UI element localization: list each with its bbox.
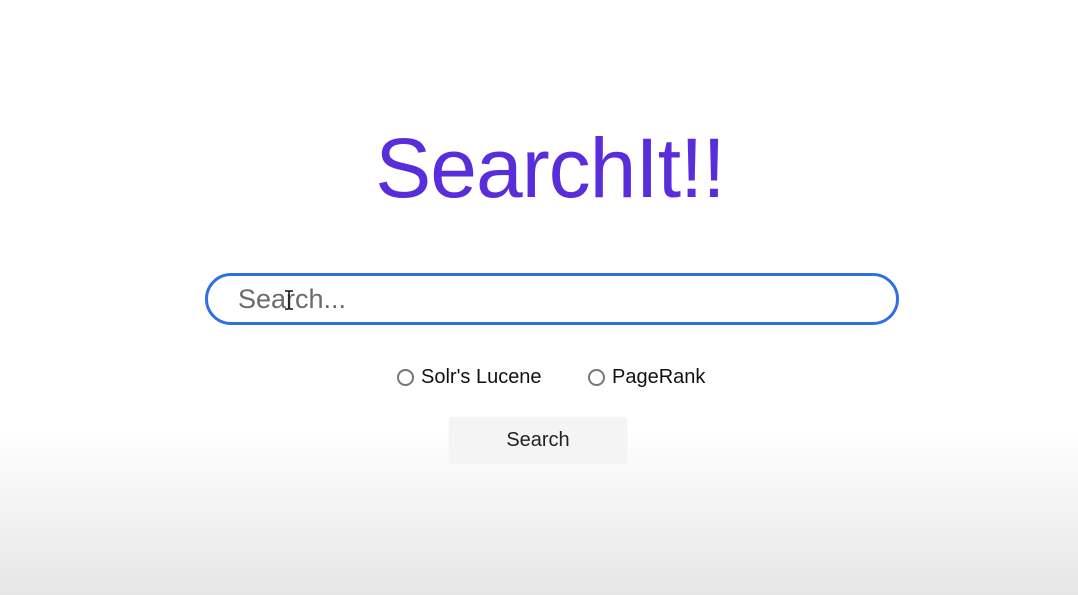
ranking-radio-group: Solr's Lucene PageRank <box>0 362 1078 392</box>
search-button[interactable]: Search <box>449 417 627 463</box>
radio-label: PageRank <box>612 365 706 388</box>
radio-button-icon[interactable] <box>588 368 605 386</box>
radio-option-solr-lucene[interactable]: Solr's Lucene <box>397 362 542 392</box>
search-box[interactable] <box>205 273 899 325</box>
search-input[interactable] <box>238 279 878 319</box>
search-page: SearchIt!! Solr's Lucene PageRank Search <box>0 0 1078 595</box>
radio-button-icon[interactable] <box>397 368 414 386</box>
text-cursor-icon <box>285 290 293 310</box>
radio-option-pagerank[interactable]: PageRank <box>588 362 705 392</box>
radio-label: Solr's Lucene <box>421 365 542 388</box>
page-title: SearchIt!! <box>375 121 726 215</box>
